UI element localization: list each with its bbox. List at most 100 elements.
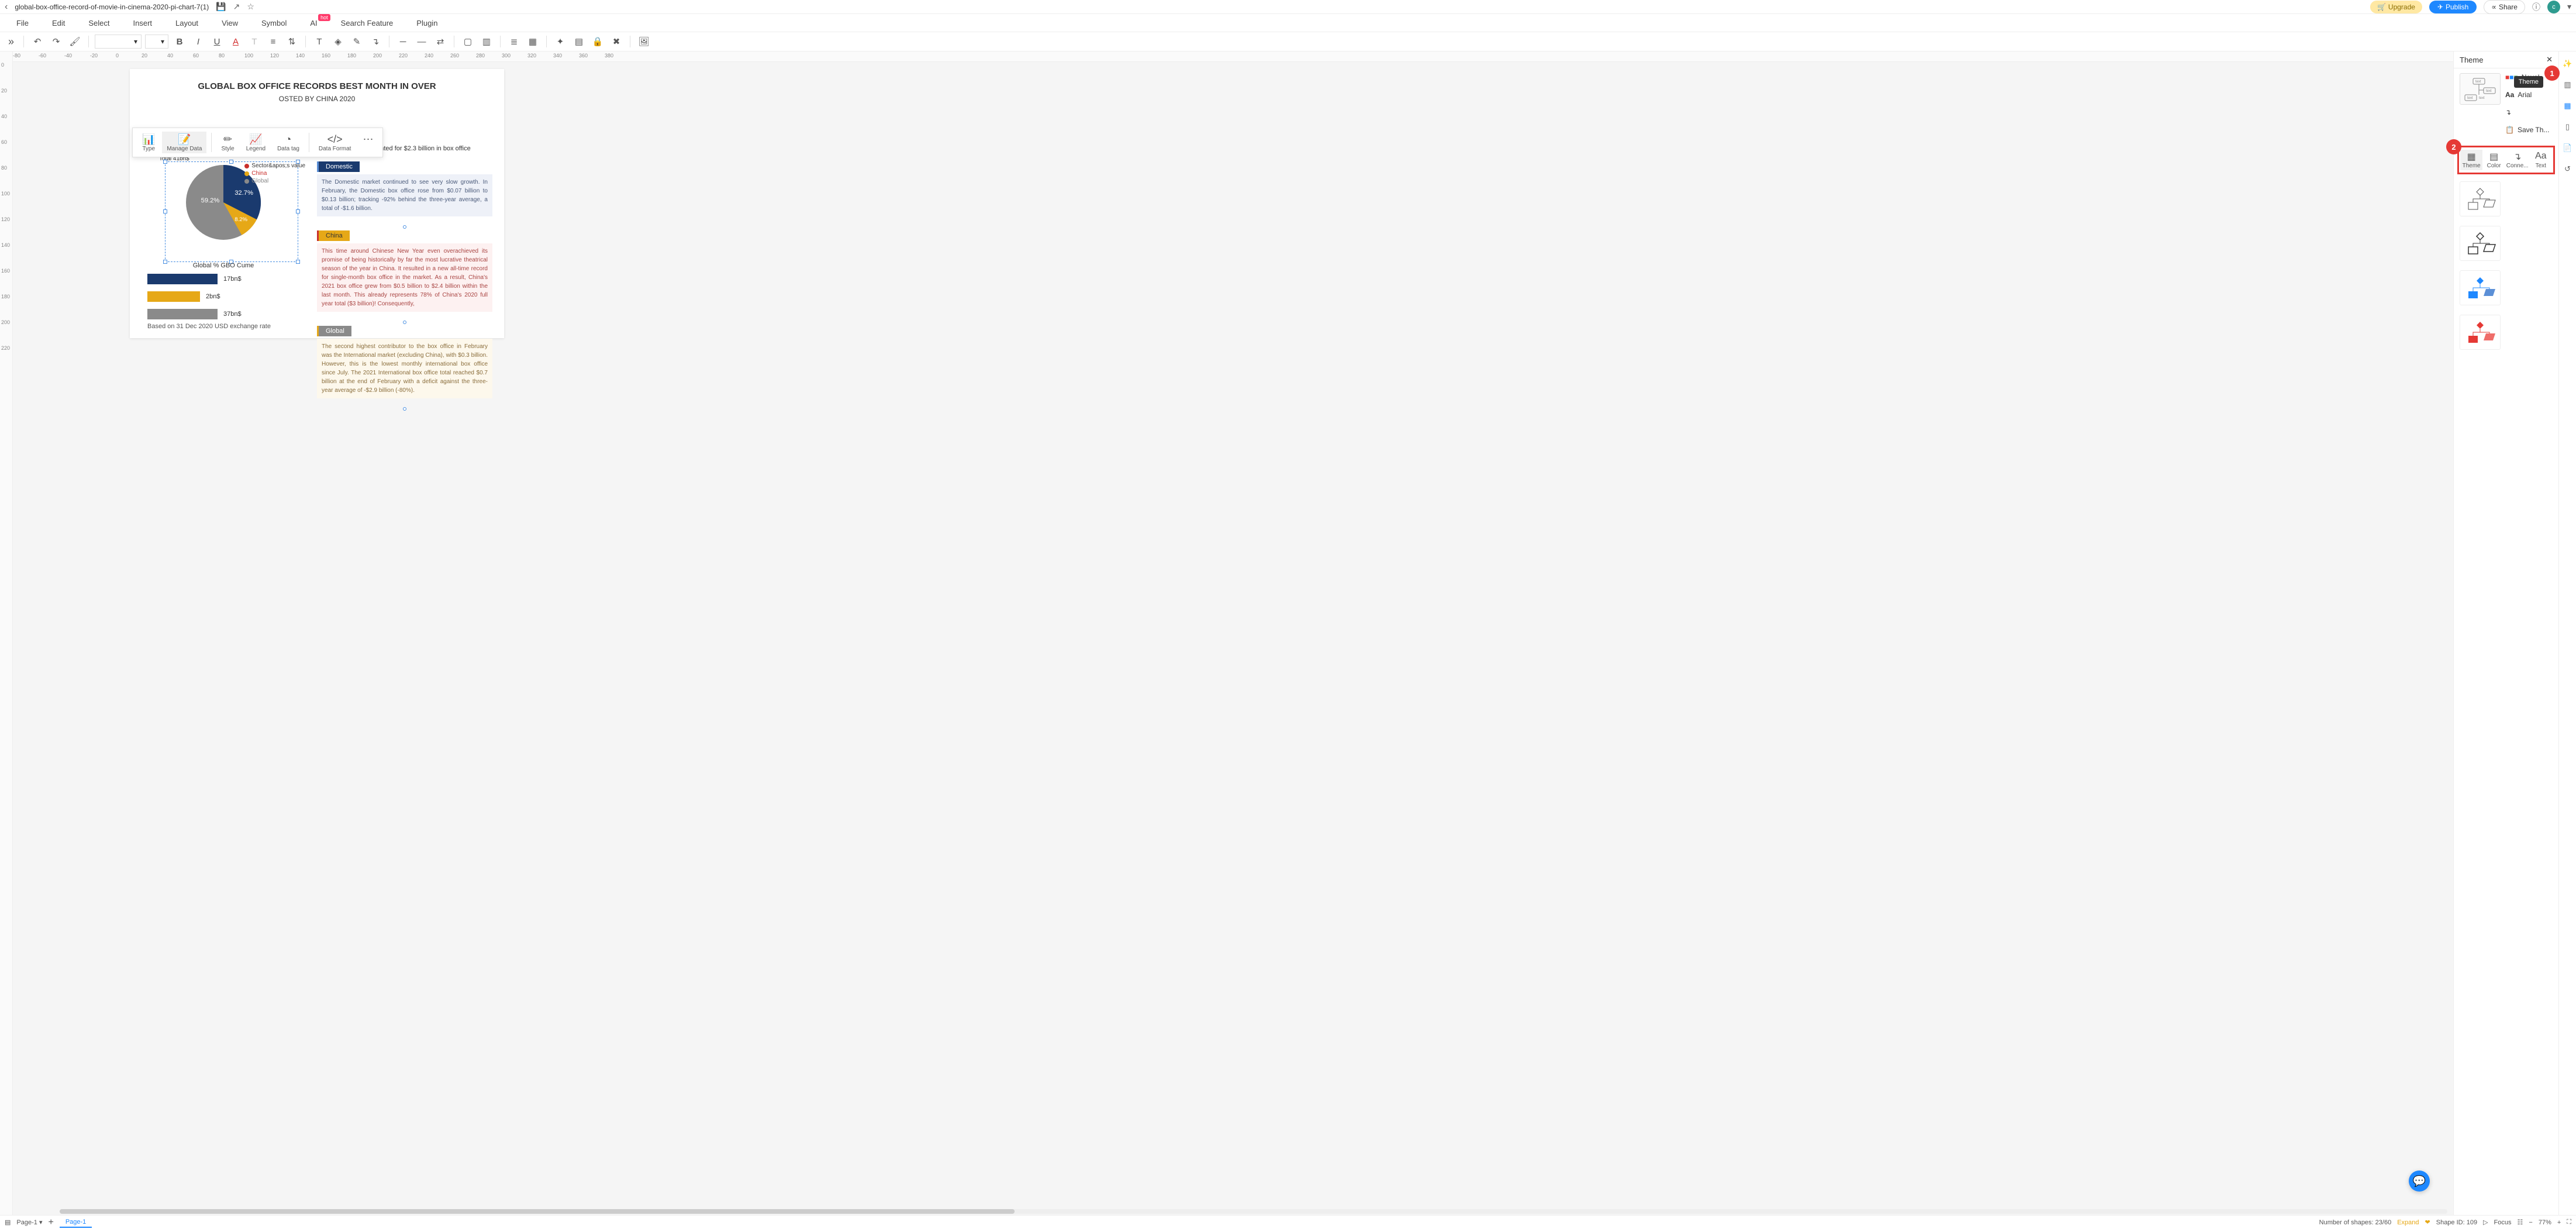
ungroup-icon[interactable]: ✖ (609, 34, 624, 49)
section-china[interactable]: China This time around Chinese New Year … (317, 223, 492, 326)
chart-style-button[interactable]: ✏Style (216, 132, 239, 153)
align-icon[interactable]: ≡ (265, 34, 281, 49)
chart-data-tag-button[interactable]: ◔Data tag (273, 132, 304, 153)
chart-data-format-button[interactable]: </>Data Format (314, 132, 356, 153)
layout-toggle-icon[interactable]: ▤ (5, 1218, 11, 1226)
menu-layout[interactable]: Layout (175, 19, 198, 27)
pie-chart[interactable]: Global Total GBO LOSS Total 41bn$ 32.7% … (147, 145, 299, 249)
tab-theme[interactable]: ▦Theme (2460, 150, 2482, 170)
menu-plugin[interactable]: Plugin (416, 19, 437, 27)
tab-connector[interactable]: ↴Conne... (2505, 150, 2530, 170)
tab-color[interactable]: ▤Color (2482, 150, 2505, 170)
redo-icon[interactable]: ↷ (49, 34, 64, 49)
publish-button[interactable]: ✈ Publish (2429, 1, 2477, 13)
star-icon[interactable]: ☆ (247, 2, 254, 12)
undo-icon[interactable]: ↶ (30, 34, 45, 49)
selection-handle[interactable] (403, 225, 406, 229)
expand-toolbar-icon[interactable]: » (5, 36, 18, 48)
layers-stack-icon[interactable]: ☷ (2518, 1218, 2523, 1226)
text-style-icon[interactable]: T (247, 34, 262, 49)
upgrade-button[interactable]: 🛒 Upgrade (2370, 1, 2422, 13)
resize-handle[interactable] (229, 160, 233, 164)
resize-handle[interactable] (163, 209, 167, 214)
tab-text[interactable]: AaText (2530, 150, 2552, 170)
chat-fab-icon[interactable]: 💬 (2409, 1171, 2430, 1192)
zoom-level[interactable]: 77% (2539, 1219, 2551, 1226)
selection-handle[interactable] (403, 407, 406, 411)
font-family-dropdown[interactable]: ▾ (95, 35, 142, 49)
theme-card[interactable] (2460, 181, 2501, 216)
expand-link[interactable]: Expand (2397, 1219, 2419, 1226)
close-panel-icon[interactable]: ✕ (2546, 55, 2553, 64)
distribute-icon[interactable]: ▦ (525, 34, 540, 49)
avatar[interactable]: c (2547, 1, 2560, 13)
theme-grid-icon[interactable]: ▦ (2561, 99, 2574, 112)
font-color-icon[interactable]: A (228, 34, 243, 49)
favorite-icon[interactable]: ❤ (2425, 1218, 2430, 1226)
fill-icon[interactable]: ◈ (330, 34, 346, 49)
presentation-icon[interactable]: ▯ (2561, 121, 2574, 133)
theme-list[interactable] (2454, 177, 2558, 1215)
shape-outline-icon[interactable]: ▢ (460, 34, 475, 49)
bold-icon[interactable]: B (172, 34, 187, 49)
page-selector[interactable]: Page-1 ▾ (16, 1218, 42, 1226)
text-tool-icon[interactable]: T (312, 34, 327, 49)
menu-view[interactable]: View (222, 19, 238, 27)
magic-icon[interactable]: ✨ (2561, 57, 2574, 70)
align-objects-icon[interactable]: ≣ (506, 34, 522, 49)
help-icon[interactable]: ⓘ (2532, 1, 2540, 13)
lock-icon[interactable]: 🔒 (590, 34, 605, 49)
chart-type-button[interactable]: 📊Type (137, 132, 160, 153)
line-weight-icon[interactable]: ─ (395, 34, 411, 49)
share-button[interactable]: ∝ Share (2484, 0, 2525, 14)
layers-icon[interactable]: ▥ (2561, 78, 2574, 91)
zoom-in-icon[interactable]: + (2557, 1219, 2561, 1226)
chart-more-button[interactable]: ⋯ (358, 132, 378, 153)
resize-handle[interactable] (296, 209, 300, 214)
focus-label[interactable]: Focus (2494, 1219, 2512, 1226)
resize-handle[interactable] (163, 160, 167, 164)
italic-icon[interactable]: I (191, 34, 206, 49)
theme-card[interactable] (2460, 315, 2501, 350)
effects-icon[interactable]: ✦ (553, 34, 568, 49)
horizontal-scrollbar[interactable] (60, 1209, 2447, 1214)
line-color-icon[interactable]: ✎ (349, 34, 364, 49)
canvas-page[interactable]: GLOBAL BOX OFFICE RECORDS BEST MONTH IN … (130, 69, 504, 338)
add-page-icon[interactable]: + (48, 1217, 53, 1228)
open-external-icon[interactable]: ↗ (233, 2, 240, 12)
notes-icon[interactable]: 📄 (2561, 142, 2574, 154)
crop-icon[interactable]: ▤ (571, 34, 587, 49)
theme-card[interactable] (2460, 226, 2501, 261)
arrow-style-icon[interactable]: ⇄ (433, 34, 448, 49)
connector-icon[interactable]: ↴ (368, 34, 383, 49)
font-size-dropdown[interactable]: ▾ (145, 35, 168, 49)
menu-insert[interactable]: Insert (133, 19, 153, 27)
line-spacing-icon[interactable]: ⇅ (284, 34, 299, 49)
page-tab[interactable]: Page-1 (60, 1217, 92, 1228)
chart-legend-button[interactable]: 📈Legend (242, 132, 270, 153)
menu-search-feature[interactable]: Search Feature (341, 19, 394, 27)
zoom-out-icon[interactable]: − (2529, 1219, 2532, 1226)
save-icon[interactable]: 💾 (216, 2, 226, 12)
format-painter-icon[interactable]: 🖌 (67, 34, 82, 49)
avatar-dropdown-icon[interactable]: ▾ (2567, 2, 2571, 12)
menu-file[interactable]: File (16, 19, 29, 27)
manage-data-button[interactable]: 📝Manage Data (162, 132, 206, 153)
scrollbar-thumb[interactable] (60, 1209, 1015, 1214)
selection-handle[interactable] (403, 321, 406, 324)
menu-select[interactable]: Select (88, 19, 109, 27)
shape-shadow-icon[interactable]: ▥ (479, 34, 494, 49)
line-style-icon[interactable]: ― (414, 34, 429, 49)
play-icon[interactable]: ▷ (2483, 1218, 2488, 1226)
underline-icon[interactable]: U (209, 34, 225, 49)
menu-symbol[interactable]: Symbol (261, 19, 287, 27)
theme-card[interactable] (2460, 270, 2501, 305)
bar-chart[interactable]: Global % GBO Cume 17bn$ 2bn$ 37bn$ (147, 262, 299, 326)
menu-edit[interactable]: Edit (52, 19, 65, 27)
section-domestic[interactable]: Domestic The Domestic market continued t… (317, 161, 492, 216)
image-icon[interactable]: 🖼 (636, 34, 651, 49)
canvas-area[interactable]: -80-60-40-200204060801001201401601802002… (13, 51, 2453, 1215)
section-global[interactable]: Global The second highest contributor to… (317, 326, 492, 412)
save-theme-label[interactable]: Save Th... (2518, 126, 2549, 134)
menu-ai[interactable]: AIhot (310, 19, 317, 27)
